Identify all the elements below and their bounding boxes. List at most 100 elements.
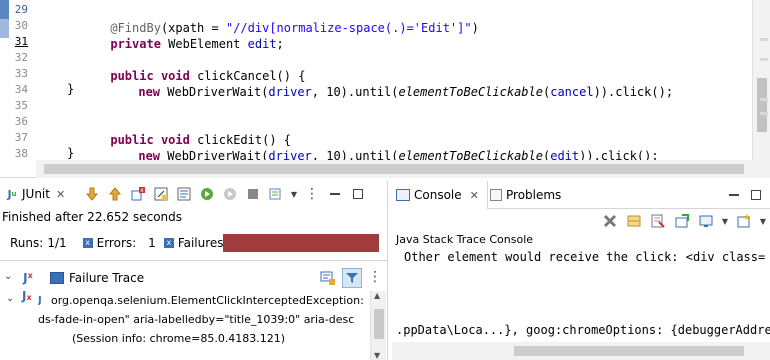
view-menu-icon[interactable]: ⋮ xyxy=(302,184,322,204)
display-console-icon[interactable] xyxy=(696,211,716,231)
failure-trace-label: Failure Trace xyxy=(69,271,145,285)
console-tab-bar: Console ✕ Problems xyxy=(392,181,770,209)
failures-label: Failures: xyxy=(177,236,228,250)
overview-ruler-mark[interactable] xyxy=(760,98,768,101)
test-error-icon: Jx xyxy=(23,270,33,286)
runs-label: Runs: xyxy=(10,236,44,250)
console-view: Console ✕ Problems ▼ ▼ Java Stack Trace … xyxy=(392,181,770,360)
svg-text:x: x xyxy=(140,187,144,194)
code-editor[interactable]: 29 30 31 32 33 34 35 36 37 38 @FindBy(xp… xyxy=(0,0,770,178)
terminate-icon[interactable] xyxy=(600,211,620,231)
view-menu-icon[interactable]: ⋮ xyxy=(368,269,382,285)
editor-horizontal-scrollbar[interactable] xyxy=(36,160,770,178)
code-text: )).click(); xyxy=(593,85,674,99)
minimize-icon[interactable] xyxy=(325,184,345,204)
overview-ruler-mark[interactable] xyxy=(760,58,768,61)
previous-failure-icon[interactable] xyxy=(105,184,125,204)
line-number-gutter: 29 30 31 32 33 34 35 36 37 38 xyxy=(0,0,36,160)
failure-trace-icon xyxy=(50,272,64,284)
scroll-down-icon[interactable]: ▼ xyxy=(374,351,380,360)
problems-icon xyxy=(490,189,502,201)
code-line: private WebElement edit; xyxy=(67,16,283,51)
junit-tab[interactable]: Ju JUnit ✕ xyxy=(0,181,65,207)
console-title: Java Stack Trace Console xyxy=(396,233,534,246)
trace-line[interactable]: (Session info: chrome=85.0.4183.121) xyxy=(38,329,370,348)
remove-launch-icon[interactable] xyxy=(624,211,644,231)
test-run-history-icon[interactable] xyxy=(266,184,286,204)
history-icon[interactable] xyxy=(174,184,194,204)
console-horizontal-scrollbar[interactable] xyxy=(392,342,770,360)
overview-ruler-mark[interactable] xyxy=(760,38,768,41)
overview-ruler-mark[interactable] xyxy=(760,112,768,115)
minimize-icon[interactable] xyxy=(728,189,740,204)
static-method: elementToBeClickable xyxy=(398,85,543,99)
eclipse-window: 29 30 31 32 33 34 35 36 37 38 @FindBy(xp… xyxy=(0,0,770,360)
scroll-lock-icon[interactable] xyxy=(151,184,171,204)
chevron-down-icon[interactable]: ▼ xyxy=(289,184,299,204)
line-number: 38 xyxy=(14,147,28,160)
problems-tab[interactable]: Problems xyxy=(490,181,561,209)
scroll-up-icon[interactable]: ▲ xyxy=(374,291,380,300)
runs-value: 1/1 xyxy=(47,236,67,250)
chevron-down-icon[interactable]: ▼ xyxy=(720,211,730,231)
problems-tab-label: Problems xyxy=(506,188,562,202)
next-failure-icon[interactable] xyxy=(82,184,102,204)
scroll-thumb[interactable] xyxy=(514,346,744,356)
stop-icon[interactable] xyxy=(243,184,263,204)
junit-tab-label: JUnit xyxy=(22,187,50,201)
console-tab-label: Console xyxy=(414,188,462,202)
field-name: driver xyxy=(268,85,312,99)
scroll-thumb[interactable] xyxy=(374,309,384,339)
divider xyxy=(0,260,388,261)
chevron-down-icon[interactable]: ▼ xyxy=(758,211,768,231)
trace-line[interactable]: J org.openqa.selenium.ElementClickInterc… xyxy=(38,291,370,310)
field-name: cancel xyxy=(550,85,594,99)
new-console-icon[interactable] xyxy=(734,211,754,231)
console-tab[interactable]: Console ✕ xyxy=(392,181,488,209)
junit-toolbar: x ▼ ⋮ xyxy=(82,183,368,205)
errors-value: 1 xyxy=(148,236,156,250)
trace-vertical-scrollbar[interactable]: ▲ ▼ xyxy=(370,291,386,360)
close-icon[interactable]: ✕ xyxy=(56,188,65,201)
junit-icon: Ju xyxy=(7,187,17,201)
junit-counters: Runs: 1/1 x Errors: 1 x Failures: 0 xyxy=(10,236,247,250)
errors-label: Errors: xyxy=(96,236,137,250)
code-line: new WebDriverWait(driver, 10).until(elem… xyxy=(95,128,658,163)
pin-console-icon[interactable] xyxy=(672,211,692,231)
console-icon xyxy=(396,189,410,201)
test-error-icon: Jx xyxy=(22,289,32,303)
stack-frame-icon: J xyxy=(38,295,42,306)
code-text: WebDriverWait( xyxy=(160,85,269,99)
console-toolbar: ▼ ▼ xyxy=(600,209,768,233)
code-text: , 10).until( xyxy=(311,85,399,99)
close-icon[interactable]: ✕ xyxy=(470,189,479,202)
scroll-thumb[interactable] xyxy=(44,164,744,174)
scroll-thumb[interactable] xyxy=(757,78,767,132)
console-output-line: Other element would receive the click: <… xyxy=(404,250,766,264)
error-icon: x xyxy=(82,238,93,248)
filter-stack-trace-icon[interactable] xyxy=(342,268,362,288)
show-failures-only-icon[interactable]: x xyxy=(128,184,148,204)
failure-progress-bar xyxy=(223,234,379,252)
failure-trace-header: ⌄ Jx Failure Trace ⋮ xyxy=(0,267,388,289)
chevron-down-icon[interactable]: ⌄ xyxy=(6,293,14,304)
code-line: } xyxy=(67,82,75,96)
code-text: ) xyxy=(471,21,479,35)
junit-view: Ju JUnit ✕ x ▼ ⋮ Finished after 22.652 s… xyxy=(0,181,388,360)
console-output-line: .ppData\Loca...}, goog:chromeOptions: {d… xyxy=(396,323,770,337)
rerun-failed-first-icon[interactable] xyxy=(220,184,240,204)
junit-status: Finished after 22.652 seconds xyxy=(2,210,183,224)
compare-results-icon[interactable] xyxy=(320,270,336,286)
trace-line-text: org.openqa.selenium.ElementClickIntercep… xyxy=(51,294,364,307)
editor-vertical-scrollbar[interactable] xyxy=(752,0,770,160)
keyword: new xyxy=(138,85,161,99)
chevron-down-icon[interactable]: ⌄ xyxy=(4,271,12,282)
failure-icon: x xyxy=(163,238,174,248)
rerun-icon[interactable] xyxy=(197,184,217,204)
trace-line[interactable]: ds-fade-in-open" aria-labelledby="title_… xyxy=(38,310,370,329)
maximize-icon[interactable] xyxy=(750,189,762,204)
maximize-icon[interactable] xyxy=(348,184,368,204)
clear-console-icon[interactable] xyxy=(648,211,668,231)
code-line: new WebDriverWait(driver, 10).until(elem… xyxy=(95,64,673,99)
failure-trace-list[interactable]: J org.openqa.selenium.ElementClickInterc… xyxy=(38,291,370,360)
